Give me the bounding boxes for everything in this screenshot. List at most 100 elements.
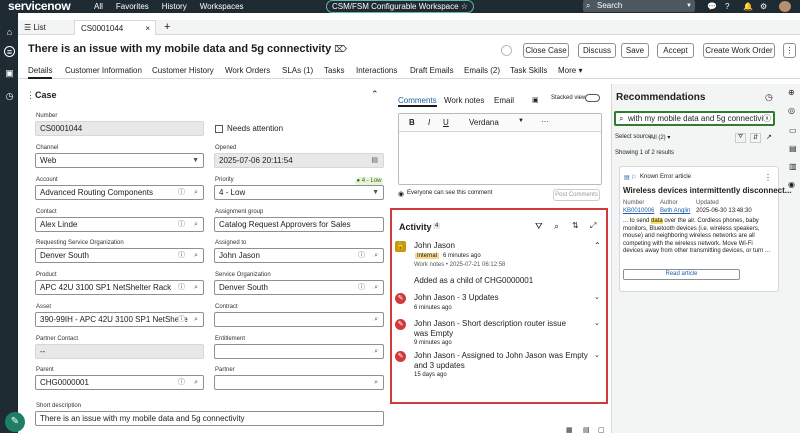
requesting-org-field[interactable]: Denver South ⓘ ⌕ <box>35 248 204 263</box>
search-icon[interactable]: ⌕ <box>374 313 378 326</box>
tab-customer-history[interactable]: Customer History <box>152 65 214 77</box>
priority-select[interactable]: 4 - Low ▼ <box>214 185 384 200</box>
contact-field[interactable]: Alex Linde ⓘ ⌕ <box>35 217 204 232</box>
number-field[interactable]: CS0001044 <box>35 121 204 136</box>
contract-field[interactable]: ⌕ <box>214 312 384 327</box>
drag-handle-icon[interactable]: ⋮ <box>26 90 35 101</box>
chevron-up-icon[interactable]: ⌃ <box>594 241 601 250</box>
partner-contact-field[interactable]: -- <box>35 344 204 359</box>
recommendation-card[interactable]: ▤ ⚐ Known Error article ⋮ Wireless devic… <box>619 166 791 292</box>
more-icon[interactable]: ··· <box>541 117 549 126</box>
activity-entry[interactable]: ✎ John Jason - 3 Updates ⌄ 6 minutes ago <box>392 292 606 314</box>
bold-icon[interactable]: B <box>409 118 415 127</box>
search-icon[interactable]: ⌕ <box>374 345 378 358</box>
recommendation-search-input[interactable]: ⌕ with my mobile data and 5g connectivit… <box>614 111 775 126</box>
comment-editor[interactable]: B I U Verdana ▼ ··· <box>398 113 602 185</box>
italic-icon[interactable]: I <box>428 118 430 127</box>
more-actions-button[interactable]: ⋮ <box>783 43 796 58</box>
user-icon[interactable]: ◉ <box>788 180 795 189</box>
more-icon[interactable]: ⋮ <box>764 173 772 182</box>
article-number-link[interactable]: KB0010006 <box>623 208 654 214</box>
filter-icon[interactable]: ⛛ <box>535 221 543 232</box>
expand-icon[interactable]: ⤢ <box>590 221 596 231</box>
tab-record[interactable]: CS0001044 × <box>74 20 156 35</box>
tab-work-notes[interactable]: Work notes <box>444 96 484 105</box>
close-case-button[interactable]: Close Case <box>523 43 569 58</box>
layout-icon[interactable]: ▤ <box>583 426 590 433</box>
clear-icon[interactable]: ⓧ <box>763 113 771 124</box>
tab-draft-emails[interactable]: Draft Emails <box>410 65 454 77</box>
notifications-icon[interactable]: 🔔 <box>743 1 753 12</box>
global-search-input[interactable]: ⌕ Search ▼ <box>583 0 695 12</box>
service-org-field[interactable]: Denver South ⓘ ⌕ <box>214 280 384 295</box>
open-external-icon[interactable]: ↗ <box>766 133 772 141</box>
info-icon[interactable]: ⓘ <box>178 218 185 231</box>
info-icon[interactable]: ⓘ <box>178 249 185 262</box>
search-icon[interactable]: ⌕ <box>554 221 559 232</box>
create-work-order-button[interactable]: Create Work Order <box>703 43 775 58</box>
search-icon[interactable]: ⌕ <box>194 218 198 231</box>
chevron-down-icon[interactable]: ⌄ <box>594 351 600 359</box>
underline-icon[interactable]: U <box>443 118 449 127</box>
help-icon[interactable]: ? <box>725 1 729 12</box>
article-title[interactable]: Wireless devices intermittently disconne… <box>623 186 791 195</box>
tab-details[interactable]: Details <box>28 65 53 79</box>
search-icon[interactable]: ⌕ <box>194 376 198 389</box>
info-icon[interactable]: ⓘ <box>178 313 185 326</box>
chevron-down-icon[interactable]: ⌄ <box>594 293 600 301</box>
search-icon[interactable]: ⌕ <box>374 249 378 262</box>
tab-email[interactable]: Email <box>494 96 514 105</box>
search-icon[interactable]: ⌕ <box>194 313 198 326</box>
chevron-down-icon[interactable]: ⌄ <box>594 319 600 327</box>
clock-icon[interactable]: ◷ <box>4 91 15 102</box>
tab-work-orders[interactable]: Work Orders <box>225 65 270 77</box>
document-icon[interactable]: ▭ <box>789 126 797 135</box>
inbox-icon[interactable]: ▣ <box>4 68 15 79</box>
stacked-view-toggle[interactable] <box>585 94 600 102</box>
author-link[interactable]: Beth Anglin <box>660 208 690 214</box>
activity-entry[interactable]: 🔒 John Jason ⌃ Internal 6 minutes ago Wo… <box>392 240 606 290</box>
info-icon[interactable]: ⓘ <box>358 249 365 262</box>
edit-fab-button[interactable]: ✎ <box>5 412 25 432</box>
workspace-pill[interactable]: CSM/FSM Configurable Workspace ☆ <box>326 0 474 13</box>
search-icon[interactable]: ⌕ <box>374 376 378 389</box>
tab-more[interactable]: More ▾ <box>558 65 582 77</box>
search-icon[interactable]: ⌕ <box>194 249 198 262</box>
tag-icon[interactable]: ⌦ <box>334 44 347 54</box>
sort-icon[interactable]: ⇵ <box>750 133 761 143</box>
save-button[interactable]: Save <box>621 43 649 58</box>
close-icon[interactable]: × <box>145 21 150 36</box>
info-icon[interactable]: ⓘ <box>358 281 365 294</box>
assigned-to-field[interactable]: John Jason ⓘ ⌕ <box>214 248 384 263</box>
nav-favorites[interactable]: Favorites <box>116 0 149 13</box>
filter-icon[interactable]: ⛛ <box>735 133 746 143</box>
tab-interactions[interactable]: Interactions <box>356 65 397 77</box>
history-icon[interactable]: ◷ <box>765 92 773 103</box>
settings-icon[interactable]: ⚙ <box>760 1 767 12</box>
assignment-group-field[interactable]: Catalog Request Approvers for Sales <box>214 217 384 232</box>
chat-icon[interactable]: 💬 <box>707 1 717 12</box>
layout-icon[interactable]: ▢ <box>598 426 605 433</box>
entitlement-field[interactable]: ⌕ <box>214 344 384 359</box>
chevron-down-icon[interactable]: ▼ <box>686 0 692 12</box>
tab-emails[interactable]: Emails (2) <box>464 65 500 77</box>
sort-icon[interactable]: ⇅ <box>572 221 579 230</box>
expand-icon[interactable]: ▣ <box>532 96 539 104</box>
info-icon[interactable]: ⓘ <box>178 186 185 199</box>
list-icon[interactable]: ≡ <box>4 46 15 57</box>
nav-workspaces[interactable]: Workspaces <box>200 0 244 13</box>
document-icon[interactable]: ▥ <box>789 162 797 171</box>
search-icon[interactable]: ⌕ <box>194 186 198 199</box>
tab-comments[interactable]: Comments <box>398 96 437 107</box>
search-icon[interactable]: ⌕ <box>194 281 198 294</box>
needs-attention-checkbox[interactable] <box>215 125 223 133</box>
calendar-icon[interactable]: ▤ <box>371 154 378 167</box>
parent-field[interactable]: CHG0000001 ⓘ ⌕ <box>35 375 204 390</box>
post-comments-button[interactable]: Post Comments <box>553 189 600 201</box>
home-icon[interactable]: ⌂ <box>4 27 15 38</box>
nav-all[interactable]: All <box>94 0 103 13</box>
user-avatar[interactable] <box>779 1 791 12</box>
collapse-icon[interactable]: ⌃ <box>371 89 379 100</box>
tab-slas[interactable]: SLAs (1) <box>282 65 313 77</box>
tab-tasks[interactable]: Tasks <box>324 65 344 77</box>
